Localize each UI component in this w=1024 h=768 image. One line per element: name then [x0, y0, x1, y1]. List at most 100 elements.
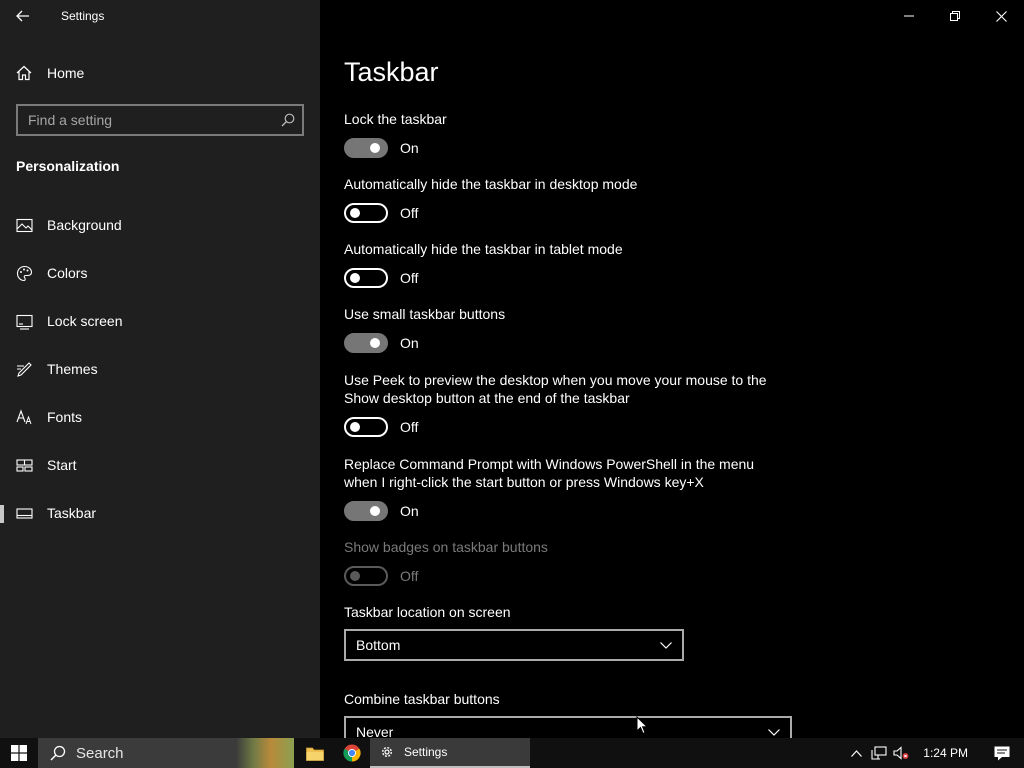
search-input[interactable]: [18, 106, 274, 134]
title-bar: Settings: [0, 0, 320, 32]
setting-label-lock-taskbar: Lock the taskbar: [344, 111, 447, 127]
sidebar-item-fonts[interactable]: Fonts: [0, 397, 320, 437]
setting-label-combine: Combine taskbar buttons: [344, 691, 500, 707]
start-button[interactable]: [0, 738, 38, 768]
taskbar-search-box[interactable]: Search: [38, 738, 294, 768]
show-hidden-icons-button[interactable]: [845, 738, 867, 768]
sidebar: Settings Home Personalization Background: [0, 0, 320, 738]
notification-icon: [994, 746, 1010, 760]
main-content: Taskbar Lock the taskbar On Automaticall…: [320, 0, 1024, 738]
toggle-row-peek: Off: [344, 417, 418, 437]
start-tiles-icon: [16, 459, 33, 472]
taskbar-icon: [16, 508, 33, 519]
sidebar-item-themes[interactable]: Themes: [0, 349, 320, 389]
setting-label-small-buttons: Use small taskbar buttons: [344, 306, 506, 322]
toggle-row-badges: Off: [344, 566, 418, 586]
sidebar-item-start[interactable]: Start: [0, 445, 320, 485]
volume-button[interactable]: [891, 738, 911, 768]
setting-label-peek: Use Peek to preview the desktop when you…: [344, 372, 767, 406]
toggle-autohide-tablet[interactable]: [344, 268, 388, 288]
sidebar-item-label: Home: [47, 65, 85, 81]
sidebar-item-lock-screen[interactable]: Lock screen: [0, 301, 320, 341]
sidebar-item-label: Taskbar: [47, 505, 97, 521]
taskbar-clock[interactable]: 1:24 PM: [911, 738, 980, 768]
back-arrow-icon: [16, 10, 29, 22]
lock-screen-icon: [16, 314, 33, 330]
taskbar-chrome[interactable]: [338, 738, 366, 768]
toggle-state-text: On: [400, 335, 419, 351]
toggle-state-text: Off: [400, 568, 419, 584]
system-tray: 1:24 PM: [845, 738, 1024, 768]
toggle-knob: [350, 571, 360, 581]
volume-muted-icon: [893, 746, 909, 760]
search-highlight-illustration: [236, 738, 294, 768]
toggle-state-text: Off: [400, 419, 419, 435]
toggle-autohide-desktop[interactable]: [344, 203, 388, 223]
home-icon: [16, 65, 32, 81]
toggle-state-text: On: [400, 503, 419, 519]
sidebar-item-label: Colors: [47, 265, 88, 281]
sidebar-item-home[interactable]: Home: [0, 56, 320, 90]
toggle-badges: [344, 566, 388, 586]
taskbar-app-label: Settings: [404, 745, 448, 759]
page-title: Taskbar: [344, 57, 439, 87]
network-button[interactable]: [867, 738, 891, 768]
chevron-down-icon: [650, 641, 682, 649]
sidebar-item-background[interactable]: Background: [0, 205, 320, 245]
search-box[interactable]: [16, 104, 304, 136]
taskbar-settings-app[interactable]: Settings: [370, 738, 530, 768]
toggle-state-text: On: [400, 140, 419, 156]
windows-taskbar: Search Settings 1:24 PM: [0, 738, 1024, 768]
toggle-knob: [350, 422, 360, 432]
search-icon[interactable]: [274, 106, 302, 134]
dropdown-value: Bottom: [356, 637, 401, 653]
toggle-small-buttons[interactable]: [344, 333, 388, 353]
folder-icon: [306, 747, 324, 761]
fonts-icon: [16, 409, 32, 425]
windows-logo-icon: [11, 745, 27, 761]
toggle-knob: [370, 143, 380, 153]
chrome-icon: [343, 744, 361, 762]
combine-buttons-dropdown[interactable]: Never: [344, 716, 792, 738]
toggle-state-text: Off: [400, 270, 419, 286]
toggle-knob: [350, 208, 360, 218]
toggle-row-autohide-tablet: Off: [344, 268, 418, 288]
selection-indicator: [0, 505, 4, 523]
setting-label-powershell: Replace Command Prompt with Windows Powe…: [344, 456, 755, 490]
network-icon: [871, 746, 887, 760]
chevron-down-icon: [758, 728, 790, 736]
setting-label-autohide-tablet: Automatically hide the taskbar in tablet…: [344, 241, 623, 257]
sidebar-item-label: Lock screen: [47, 313, 123, 329]
search-icon: [50, 745, 66, 761]
toggle-row-lock-taskbar: On: [344, 138, 419, 158]
toggle-row-small-buttons: On: [344, 333, 419, 353]
back-button[interactable]: [0, 0, 46, 32]
toggle-knob: [370, 338, 380, 348]
toggle-knob: [350, 273, 360, 283]
taskbar-file-explorer[interactable]: [302, 738, 328, 768]
setting-label-autohide-desktop: Automatically hide the taskbar in deskto…: [344, 176, 638, 192]
setting-label-location: Taskbar location on screen: [344, 604, 511, 620]
mouse-cursor-icon: [636, 716, 648, 735]
toggle-knob: [370, 506, 380, 516]
sidebar-item-label: Background: [47, 217, 122, 233]
toggle-lock-taskbar[interactable]: [344, 138, 388, 158]
chevron-up-icon: [850, 749, 862, 757]
toggle-peek[interactable]: [344, 417, 388, 437]
action-center-button[interactable]: [980, 738, 1024, 768]
toggle-row-powershell: On: [344, 501, 419, 521]
setting-label-badges: Show badges on taskbar buttons: [344, 539, 548, 555]
taskbar-search-label: Search: [76, 744, 124, 762]
toggle-state-text: Off: [400, 205, 419, 221]
section-title: Personalization: [16, 158, 120, 174]
sidebar-item-label: Fonts: [47, 409, 83, 425]
image-icon: [16, 218, 33, 233]
palette-icon: [16, 265, 33, 282]
sidebar-item-taskbar[interactable]: Taskbar: [0, 493, 320, 533]
toggle-powershell[interactable]: [344, 501, 388, 521]
sidebar-item-colors[interactable]: Colors: [0, 253, 320, 293]
gear-icon: [381, 746, 393, 758]
taskbar-location-dropdown[interactable]: Bottom: [344, 629, 684, 661]
dropdown-value: Never: [356, 724, 394, 738]
sidebar-item-label: Start: [47, 457, 77, 473]
